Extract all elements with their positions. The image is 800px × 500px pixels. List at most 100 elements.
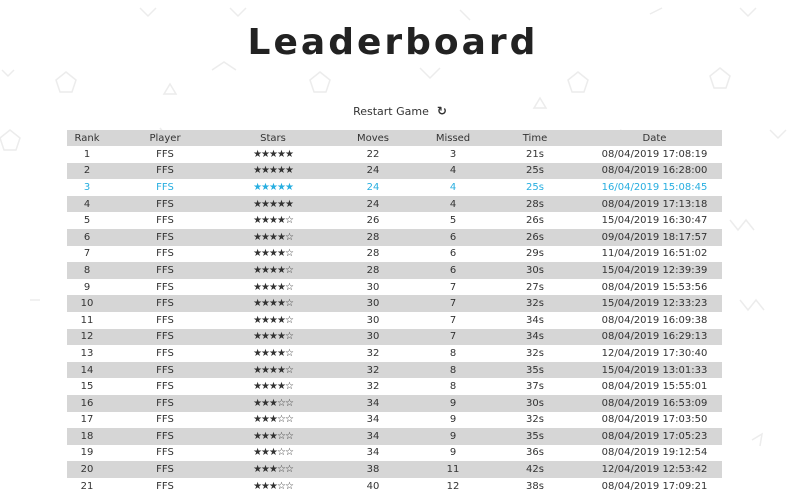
moves-cell: 24 [323,195,423,213]
time-cell: 25s [483,179,587,196]
star-rating-icon: ★★★☆☆ [253,430,294,442]
moves-cell: 28 [323,245,423,263]
moves-cell: 28 [323,262,423,279]
star-rating-icon: ★★★★☆ [253,248,294,260]
moves-cell: 30 [323,311,423,329]
moves-cell: 40 [323,477,423,495]
missed-cell: 7 [423,295,483,312]
stars-cell: ★★★★☆ [223,361,323,379]
table-row: 4 FFS ★★★★★ 24 4 28s 08/04/2019 17:13:18 [67,195,722,213]
moves-cell: 34 [323,444,423,462]
player-cell: FFS [107,411,223,429]
stars-cell: ★★★★☆ [223,278,323,296]
missed-cell: 8 [423,378,483,395]
date-cell: 08/04/2019 17:08:19 [587,146,722,163]
stars-cell: ★★★★☆ [223,378,323,395]
player-cell: FFS [107,146,223,163]
date-cell: 15/04/2019 12:39:39 [587,262,722,279]
moves-cell: 34 [323,394,423,412]
player-cell: FFS [107,345,223,362]
rank-cell: 3 [67,179,107,196]
missed-cell: 9 [423,428,483,445]
star-rating-icon: ★★★★☆ [253,314,294,326]
stars-cell: ★★★★☆ [223,228,323,246]
stars-cell: ★★★★★ [223,179,323,196]
missed-cell: 3 [423,146,483,163]
moves-cell: 26 [323,212,423,229]
time-cell: 32s [483,411,587,429]
star-rating-icon: ★★★★☆ [253,215,294,227]
stars-cell: ★★★★☆ [223,212,323,229]
star-rating-icon: ★★★★☆ [253,298,294,310]
table-row: 7 FFS ★★★★☆ 28 6 29s 11/04/2019 16:51:02 [67,245,722,263]
time-cell: 36s [483,444,587,462]
column-header-missed: Missed [423,130,483,146]
rank-cell: 10 [67,295,107,312]
rank-cell: 21 [67,477,107,495]
time-cell: 26s [483,212,587,229]
missed-cell: 7 [423,278,483,296]
time-cell: 26s [483,228,587,246]
date-cell: 08/04/2019 17:03:50 [587,411,722,429]
missed-cell: 11 [423,461,483,478]
player-cell: FFS [107,477,223,495]
star-rating-icon: ★★★★★ [253,165,294,177]
star-rating-icon: ★★★★☆ [253,347,294,359]
rank-cell: 9 [67,278,107,296]
player-cell: FFS [107,295,223,312]
column-header-date: Date [587,130,722,146]
moves-cell: 32 [323,345,423,362]
table-row: 21 FFS ★★★☆☆ 40 12 38s 08/04/2019 17:09:21 [67,477,722,495]
moves-cell: 24 [323,162,423,180]
date-cell: 12/04/2019 12:53:42 [587,461,722,478]
missed-cell: 6 [423,245,483,263]
player-cell: FFS [107,394,223,412]
missed-cell: 4 [423,179,483,196]
rank-cell: 8 [67,262,107,279]
stars-cell: ★★★★☆ [223,245,323,263]
date-cell: 08/04/2019 17:09:21 [587,477,722,495]
rank-cell: 1 [67,146,107,163]
column-header-moves: Moves [323,130,423,146]
player-cell: FFS [107,444,223,462]
table-row: 11 FFS ★★★★☆ 30 7 34s 08/04/2019 16:09:38 [67,311,722,329]
moves-cell: 32 [323,361,423,379]
player-cell: FFS [107,461,223,478]
player-cell: FFS [107,179,223,196]
time-cell: 28s [483,195,587,213]
time-cell: 38s [483,477,587,495]
player-cell: FFS [107,195,223,213]
refresh-icon: ↻ [436,104,447,118]
star-rating-icon: ★★★★☆ [253,264,294,276]
table-row: 12 FFS ★★★★☆ 30 7 34s 08/04/2019 16:29:13 [67,328,722,346]
time-cell: 32s [483,295,587,312]
player-cell: FFS [107,228,223,246]
star-rating-icon: ★★★★★ [253,181,294,193]
stars-cell: ★★★★☆ [223,328,323,346]
star-rating-icon: ★★★☆☆ [253,480,294,492]
star-rating-icon: ★★★★☆ [253,381,294,393]
missed-cell: 12 [423,477,483,495]
stars-cell: ★★★★☆ [223,345,323,362]
player-cell: FFS [107,428,223,445]
date-cell: 12/04/2019 17:30:40 [587,345,722,362]
moves-cell: 28 [323,228,423,246]
table-header-row: Rank Player Stars Moves Missed Time Date [67,130,722,146]
rank-cell: 15 [67,378,107,395]
time-cell: 42s [483,461,587,478]
date-cell: 08/04/2019 15:55:01 [587,378,722,395]
stars-cell: ★★★★★ [223,146,323,163]
star-rating-icon: ★★★★★ [253,198,294,210]
missed-cell: 7 [423,311,483,329]
rank-cell: 13 [67,345,107,362]
date-cell: 08/04/2019 16:28:00 [587,162,722,180]
date-cell: 16/04/2019 15:08:45 [587,179,722,196]
missed-cell: 4 [423,162,483,180]
player-cell: FFS [107,262,223,279]
moves-cell: 34 [323,428,423,445]
page-title: Leaderboard [247,22,539,63]
star-rating-icon: ★★★★★ [253,148,294,160]
date-cell: 09/04/2019 18:17:57 [587,228,722,246]
date-cell: 15/04/2019 16:30:47 [587,212,722,229]
restart-game-button[interactable]: Restart Game ↻ [0,104,800,118]
